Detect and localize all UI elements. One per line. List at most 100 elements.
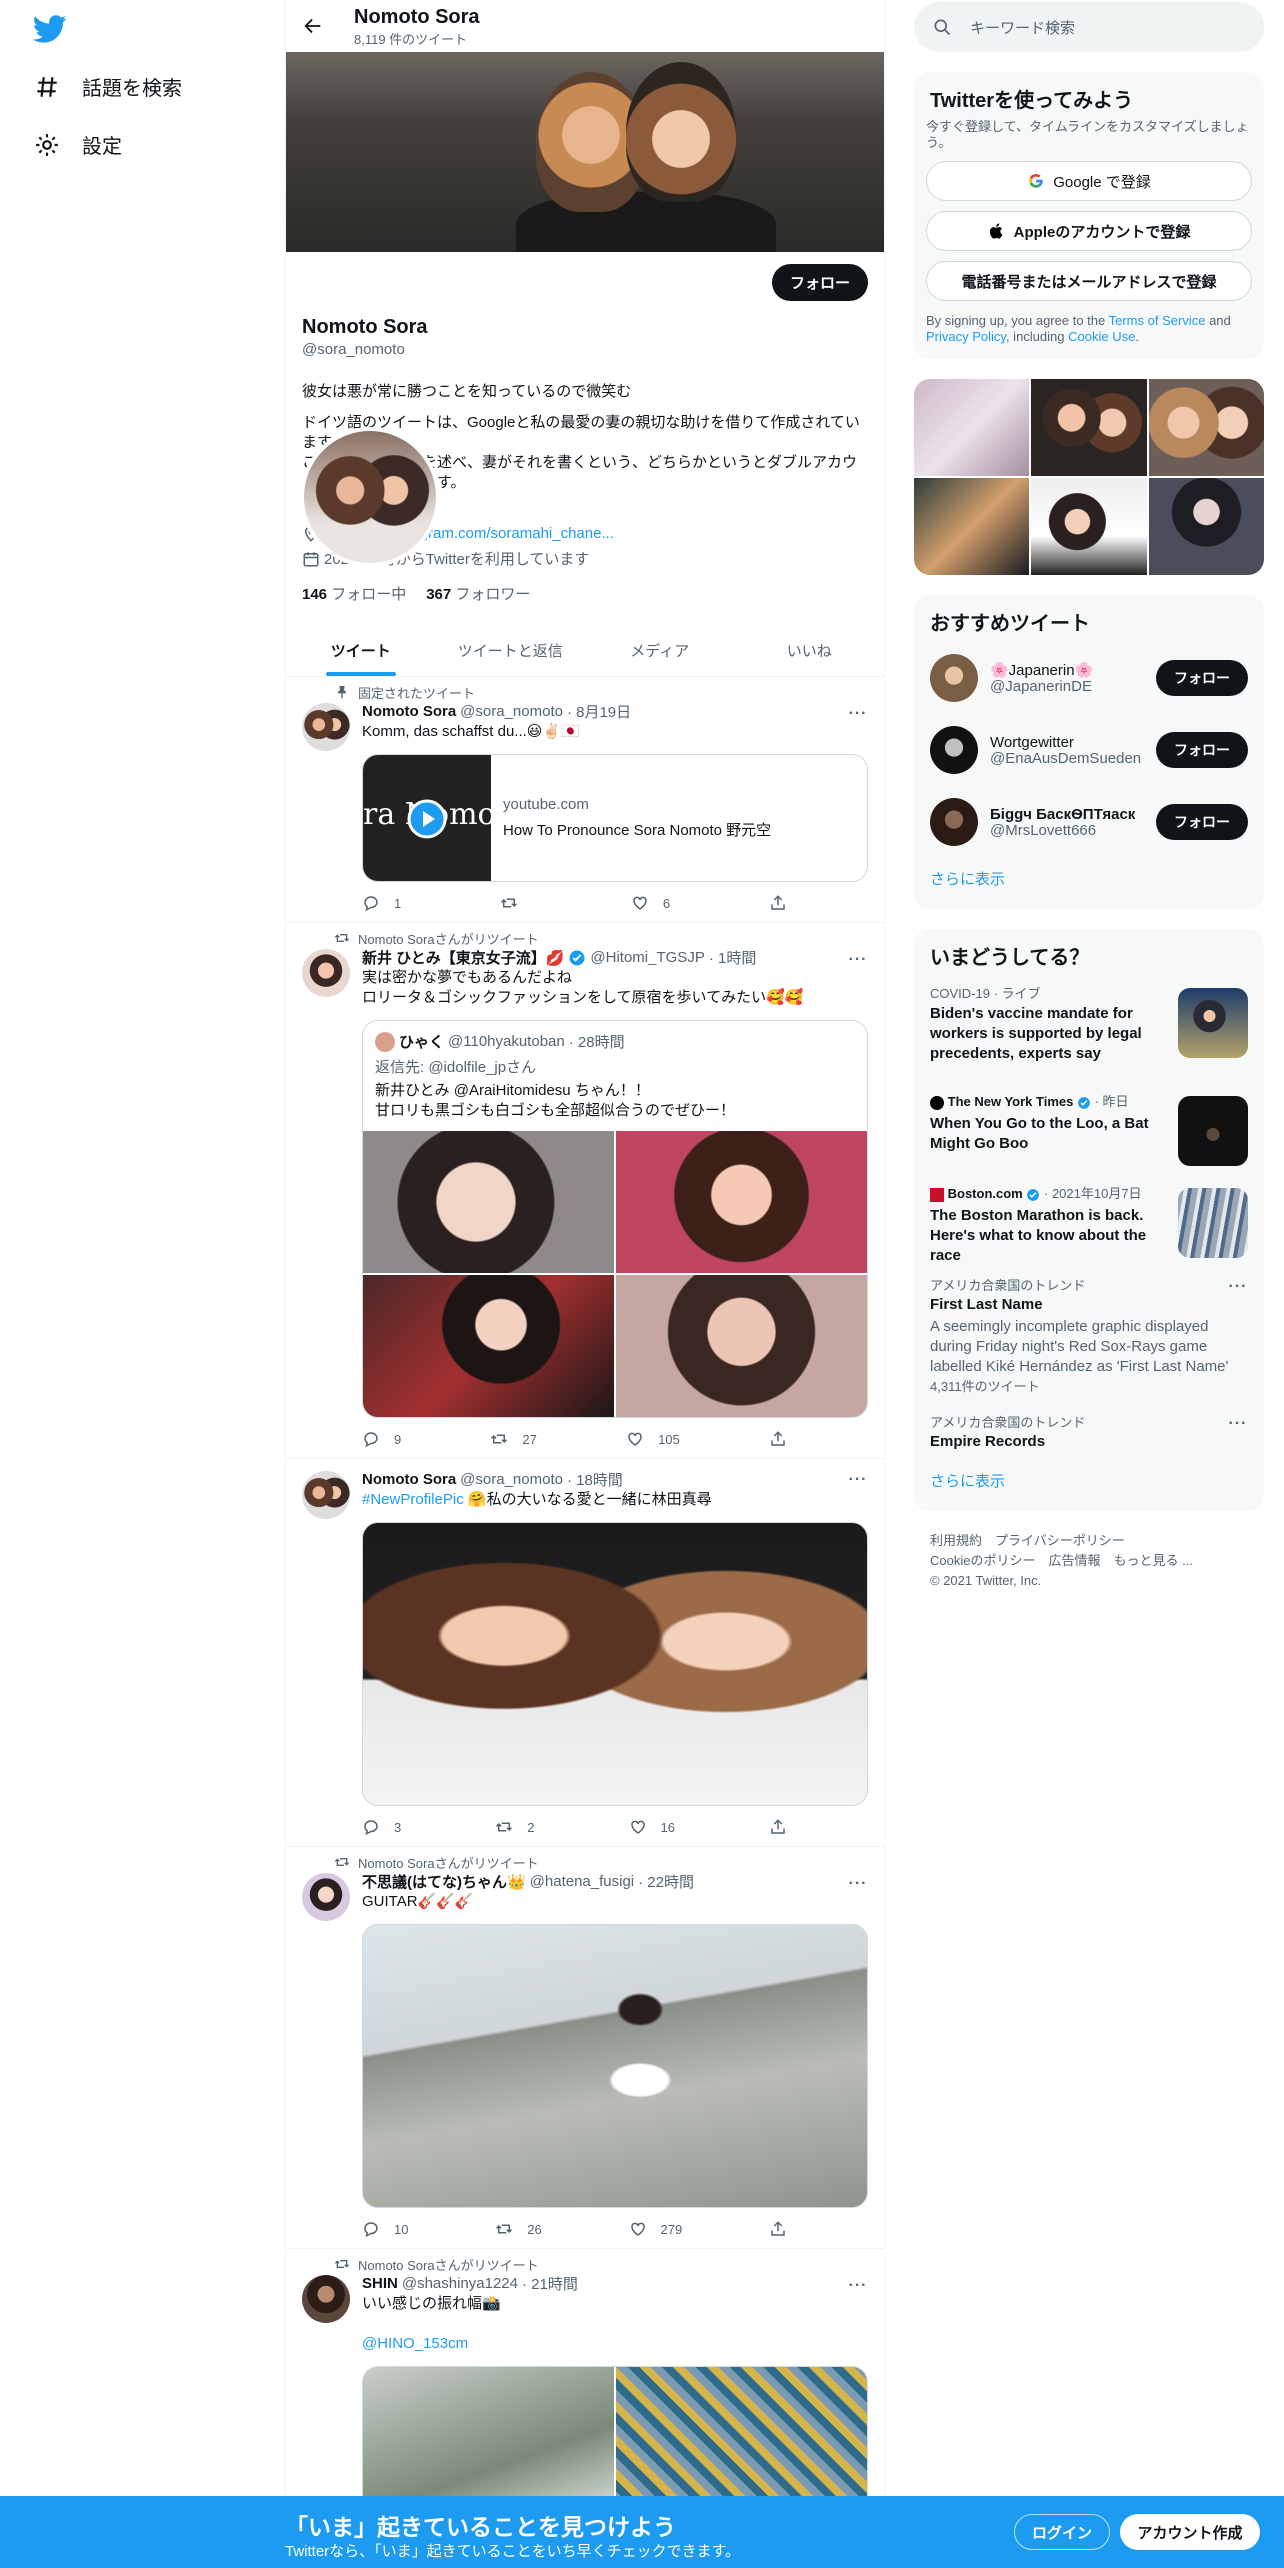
quoted-tweet[interactable]: ひゃく @110hyakutoban · 28時間 返信先: @idolfile_j… <box>362 1020 868 1418</box>
tweet-photo[interactable] <box>362 1522 868 1806</box>
tweet-time[interactable]: · 8月19日 <box>567 701 631 722</box>
trend-item[interactable]: アメリカ合衆国のトレンド ··· Empire Records <box>914 1405 1264 1460</box>
tweet-time[interactable]: · 1時間 <box>709 947 757 968</box>
twitter-logo-icon[interactable] <box>30 12 70 46</box>
tweet-author[interactable]: 不思議(はてな)ちゃん👑 <box>362 1871 526 1892</box>
privacy-link[interactable]: Privacy Policy <box>926 329 1006 344</box>
tweet-handle[interactable]: @sora_nomoto <box>460 703 563 720</box>
trend-item[interactable]: The New York Times · 昨日 When You Go to t… <box>914 1084 1264 1176</box>
tab-tweets-replies[interactable]: ツイートと返信 <box>436 624 586 676</box>
photo[interactable] <box>616 1275 867 1417</box>
like-button[interactable]: 105 <box>626 1430 680 1448</box>
more-options-icon[interactable]: ··· <box>848 705 868 725</box>
trend-item[interactable]: COVID-19 · ライブ Biden's vaccine mandate f… <box>914 976 1264 1084</box>
follow-button[interactable]: フォロー <box>1156 804 1248 840</box>
nav-settings[interactable]: 設定 <box>34 130 122 159</box>
more-options-icon[interactable]: ··· <box>848 1875 868 1895</box>
trend-item[interactable]: Boston.com · 2021年10月7日 The Boston Marat… <box>914 1176 1264 1268</box>
mention-link[interactable]: @HINO_153cm <box>362 2335 468 2352</box>
photo[interactable] <box>616 1131 867 1273</box>
retweet-button[interactable] <box>500 894 532 912</box>
share-button[interactable] <box>769 894 787 912</box>
reply-button[interactable]: 10 <box>362 2220 408 2238</box>
retweet-button[interactable]: 2 <box>495 1818 534 1836</box>
terms-link[interactable]: Terms of Service <box>1109 313 1206 328</box>
avatar[interactable] <box>302 1471 350 1519</box>
more-options-icon[interactable]: ··· <box>848 2277 868 2297</box>
tweet-handle[interactable]: @shashinya1224 <box>402 2275 518 2292</box>
user-row[interactable]: Wortgewitter @EnaAusDemSueden フォロー <box>914 714 1264 786</box>
retweet-button[interactable]: 26 <box>495 2220 542 2238</box>
gallery-photo[interactable] <box>914 478 1030 575</box>
photo[interactable] <box>363 1131 614 1273</box>
tab-media[interactable]: メディア <box>585 624 735 676</box>
follow-button[interactable]: フォロー <box>1156 660 1248 696</box>
user-row[interactable]: 🌸Japanerin🌸 @JapanerinDE フォロー <box>914 642 1264 714</box>
apple-signup-button[interactable]: Appleのアカウントで登録 <box>926 211 1252 251</box>
gallery-photo[interactable] <box>1031 379 1147 476</box>
tweet-handle[interactable]: @Hitomi_TGSJP <box>590 949 704 966</box>
tweet[interactable]: Nomoto Soraさんがリツイート ··· SHIN @shashinya12… <box>286 2249 884 2536</box>
tweet[interactable]: ··· Nomoto Sora @sora_nomoto · 18時間 #NewPr… <box>286 1459 884 1847</box>
tweet-time[interactable]: · 21時間 <box>522 2273 578 2294</box>
more-options-icon[interactable]: ··· <box>848 1471 868 1491</box>
tab-tweets[interactable]: ツイート <box>286 624 436 676</box>
tab-likes[interactable]: いいね <box>735 624 885 676</box>
like-button[interactable]: 279 <box>629 2220 682 2238</box>
tweet-photo[interactable] <box>362 1924 868 2208</box>
tweet-author[interactable]: Nomoto Sora <box>362 703 456 720</box>
avatar[interactable] <box>302 2275 350 2323</box>
avatar[interactable] <box>302 949 350 997</box>
avatar[interactable] <box>930 798 978 846</box>
reply-button[interactable]: 9 <box>362 1430 401 1448</box>
like-button[interactable]: 6 <box>631 894 670 912</box>
tweet-handle[interactable]: @sora_nomoto <box>460 1471 563 1488</box>
tweet[interactable]: Nomoto Soraさんがリツイート ··· 不思議(はてな)ちゃん👑 @hat… <box>286 1847 884 2249</box>
gallery-photo[interactable] <box>1031 478 1147 575</box>
tweet-handle[interactable]: @hatena_fusigi <box>530 1873 634 1890</box>
show-more-link[interactable]: さらに表示 <box>930 871 1005 888</box>
tweet[interactable]: Nomoto Soraさんがリツイート ··· 新井 ひとみ【東京女子流】💋 @H… <box>286 923 884 1459</box>
share-button[interactable] <box>769 1818 787 1836</box>
tweet-author[interactable]: Nomoto Sora <box>362 1471 456 1488</box>
show-more-link[interactable]: さらに表示 <box>930 1473 1005 1490</box>
retweet-button[interactable]: 27 <box>490 1430 537 1448</box>
reply-button[interactable]: 1 <box>362 894 401 912</box>
create-account-button[interactable]: アカウント作成 <box>1120 2514 1260 2550</box>
tweet-author[interactable]: 新井 ひとみ【東京女子流】💋 <box>362 947 564 968</box>
footer-line-2[interactable]: Cookieのポリシー 広告情報 もっと見る ... <box>930 1551 1248 1571</box>
profile-avatar[interactable] <box>300 427 440 567</box>
followers-count[interactable]: 367 フォロワー <box>426 583 530 604</box>
google-signup-button[interactable]: Google で登録 <box>926 161 1252 201</box>
link-card[interactable]: ra Nomo youtube.com How To Pronounce Sor… <box>362 754 868 882</box>
like-button[interactable]: 16 <box>629 1818 675 1836</box>
nav-explore[interactable]: 話題を検索 <box>34 72 182 101</box>
gallery-photo[interactable] <box>1148 478 1264 575</box>
more-options-icon[interactable]: ··· <box>1228 1415 1248 1435</box>
more-options-icon[interactable]: ··· <box>1228 1278 1248 1298</box>
tweet-author[interactable]: SHIN <box>362 2275 398 2292</box>
share-button[interactable] <box>769 1430 787 1448</box>
tweet-time[interactable]: · 18時間 <box>567 1469 623 1490</box>
avatar[interactable] <box>302 703 350 751</box>
following-count[interactable]: 146 フォロー中 <box>302 583 406 604</box>
photo[interactable] <box>363 1275 614 1417</box>
tweet[interactable]: 固定されたツイート ··· Nomoto Sora @sora_nomoto · 8… <box>286 677 884 923</box>
profile-banner[interactable] <box>286 52 884 252</box>
trend-item[interactable]: アメリカ合衆国のトレンド ··· First Last Name A seemi… <box>914 1268 1264 1405</box>
share-button[interactable] <box>769 2220 787 2238</box>
footer-line-1[interactable]: 利用規約 プライバシーポリシー <box>930 1531 1248 1551</box>
hashtag-link[interactable]: #NewProfilePic <box>362 1491 464 1508</box>
avatar[interactable] <box>930 726 978 774</box>
user-row[interactable]: Біggч БаскѲПТяаск @MrsLovett666 フォロー <box>914 786 1264 858</box>
reply-button[interactable]: 3 <box>362 1818 401 1836</box>
avatar[interactable] <box>930 654 978 702</box>
search-input[interactable]: キーワード検索 <box>914 2 1264 52</box>
avatar[interactable] <box>302 1873 350 1921</box>
gallery-photo[interactable] <box>914 379 1030 476</box>
phone-email-signup-button[interactable]: 電話番号またはメールアドレスで登録 <box>926 261 1252 301</box>
more-options-icon[interactable]: ··· <box>848 951 868 971</box>
login-button[interactable]: ログイン <box>1014 2514 1110 2550</box>
cookie-link[interactable]: Cookie Use <box>1068 329 1135 344</box>
back-arrow-icon[interactable] <box>302 15 324 37</box>
